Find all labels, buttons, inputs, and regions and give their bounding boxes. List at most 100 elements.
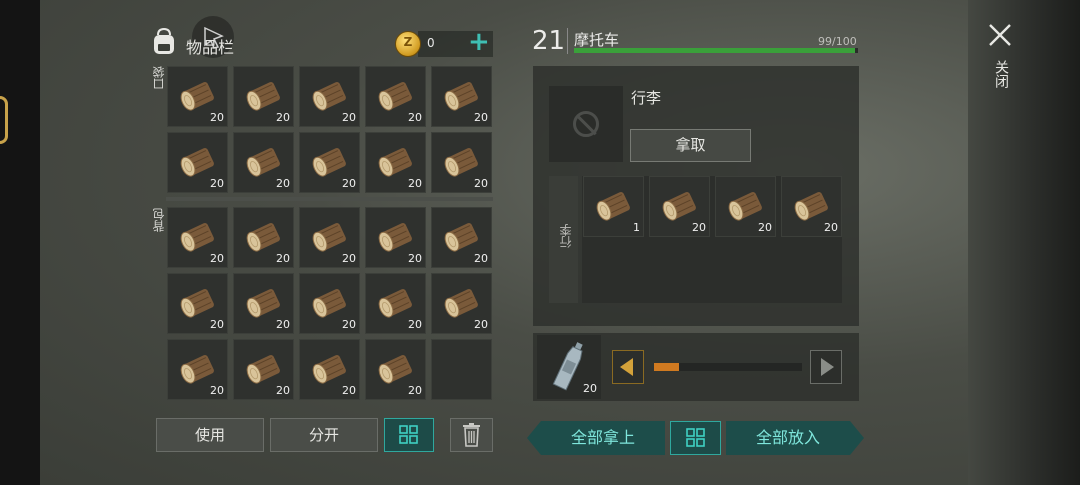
pocket-slot[interactable]: 20	[365, 132, 426, 193]
backpack-slot[interactable]: 20	[233, 207, 294, 268]
backpack-slot-qty: 20	[276, 384, 290, 397]
backpack-slot[interactable]: 20	[365, 339, 426, 400]
coin-value: 0	[427, 36, 435, 50]
wood-log-icon	[244, 352, 284, 386]
backpack-slot[interactable]: 20	[431, 273, 492, 334]
increase-arrow-button[interactable]	[810, 350, 842, 384]
put-all-button[interactable]: 全部放入	[726, 421, 864, 455]
vehicle-name: 摩托车	[574, 31, 620, 49]
backpack-slot-qty: 20	[474, 318, 488, 331]
pocket-slot[interactable]: 20	[233, 66, 294, 127]
wood-log-icon	[594, 189, 634, 223]
wood-log-icon	[244, 286, 284, 320]
decrease-arrow-button[interactable]	[612, 350, 644, 384]
split-button[interactable]: 分开	[270, 418, 378, 452]
close-icon[interactable]	[987, 22, 1013, 48]
pocket-slot[interactable]: 20	[431, 66, 492, 127]
backpack-slot[interactable]: 20	[431, 207, 492, 268]
pocket-slot-qty: 20	[408, 111, 422, 124]
pocket-slot[interactable]: 20	[167, 132, 228, 193]
backpack-slot-qty: 20	[474, 252, 488, 265]
backpack-slot-qty: 20	[408, 384, 422, 397]
backpack-slot-qty: 20	[210, 384, 224, 397]
storage-slot[interactable]: 20	[649, 176, 710, 237]
wood-log-icon	[442, 220, 482, 254]
wood-log-icon	[660, 189, 700, 223]
storage-side-label: 行李	[559, 224, 573, 248]
vehicle-level: 21	[532, 26, 566, 56]
storage-slot-qty: 20	[758, 221, 772, 234]
close-label[interactable]: 关闭	[991, 60, 1011, 88]
use-button[interactable]: 使用	[156, 418, 264, 452]
transfer-slider[interactable]	[654, 363, 802, 371]
pocket-slot-qty: 20	[210, 111, 224, 124]
sort-storage-button[interactable]	[670, 421, 721, 455]
wood-log-icon	[244, 145, 284, 179]
fuel-item-qty: 20	[583, 382, 597, 395]
pocket-slot-qty: 20	[342, 111, 356, 124]
backpack-slot[interactable]: 20	[365, 207, 426, 268]
backpack-slot[interactable]: 20	[233, 339, 294, 400]
storage-title: 行李	[631, 89, 662, 107]
backpack-slot[interactable]: 20	[299, 207, 360, 268]
wood-log-icon	[442, 79, 482, 113]
take-all-button[interactable]: 全部拿上	[527, 421, 665, 455]
backpack-slot-qty: 20	[342, 384, 356, 397]
wood-log-icon	[442, 286, 482, 320]
take-button[interactable]: 拿取	[630, 129, 751, 162]
wood-log-icon	[376, 286, 416, 320]
pocket-slot-qty: 20	[408, 177, 422, 190]
take-all-label: 全部拿上	[570, 428, 635, 447]
backpack-slot[interactable]: 20	[167, 207, 228, 268]
backpack-slot[interactable]: 20	[167, 273, 228, 334]
backpack-slot[interactable]: 20	[233, 273, 294, 334]
right-edge-strip	[968, 0, 1080, 485]
wood-log-icon	[310, 79, 350, 113]
wood-log-icon	[178, 79, 218, 113]
backpack-slot-qty: 20	[342, 252, 356, 265]
pocket-slot[interactable]: 20	[299, 66, 360, 127]
backpack-slot[interactable]: 20	[299, 273, 360, 334]
take-all-chevron	[527, 421, 541, 455]
backpack-slot[interactable]	[431, 339, 492, 400]
grid-icon	[686, 428, 705, 447]
side-tab-icon[interactable]	[0, 96, 8, 144]
backpack-slot-qty: 20	[210, 318, 224, 331]
section-divider	[166, 197, 493, 201]
wood-log-icon	[178, 352, 218, 386]
backpack-slot[interactable]: 20	[167, 339, 228, 400]
add-coins-button[interactable]: +	[468, 29, 490, 56]
backpack-slot[interactable]: 20	[365, 273, 426, 334]
sort-inventory-button[interactable]	[384, 418, 434, 452]
wood-log-icon	[178, 220, 218, 254]
fuel-item-slot[interactable]: 20	[537, 335, 601, 399]
delete-button[interactable]	[450, 418, 493, 452]
backpack-slot-qty: 20	[342, 318, 356, 331]
wood-log-icon	[376, 145, 416, 179]
storage-slot[interactable]: 20	[715, 176, 776, 237]
pocket-slot-qty: 20	[474, 177, 488, 190]
pocket-slot-qty: 20	[210, 177, 224, 190]
pocket-slot[interactable]: 20	[431, 132, 492, 193]
pocket-slot[interactable]: 20	[233, 132, 294, 193]
pocket-slot[interactable]: 20	[299, 132, 360, 193]
storage-slot[interactable]: 20	[781, 176, 842, 237]
inventory-title: 物品栏	[186, 38, 235, 57]
storage-slot[interactable]: 1	[583, 176, 644, 237]
wood-log-icon	[792, 189, 832, 223]
put-all-label: 全部放入	[755, 428, 820, 447]
backpack-slot[interactable]: 20	[299, 339, 360, 400]
backpack-slot-qty: 20	[408, 318, 422, 331]
pocket-slot[interactable]: 20	[167, 66, 228, 127]
backpack-icon	[154, 27, 174, 54]
backpack-slot-qty: 20	[210, 252, 224, 265]
durability-bar	[574, 48, 858, 53]
pocket-slot-qty: 20	[276, 111, 290, 124]
wood-log-icon	[178, 145, 218, 179]
storage-slot-qty: 20	[824, 221, 838, 234]
storage-side-tab: 行李	[549, 176, 578, 303]
wood-log-icon	[442, 145, 482, 179]
pocket-slot[interactable]: 20	[365, 66, 426, 127]
wood-log-icon	[376, 352, 416, 386]
pocket-slot-qty: 20	[474, 111, 488, 124]
